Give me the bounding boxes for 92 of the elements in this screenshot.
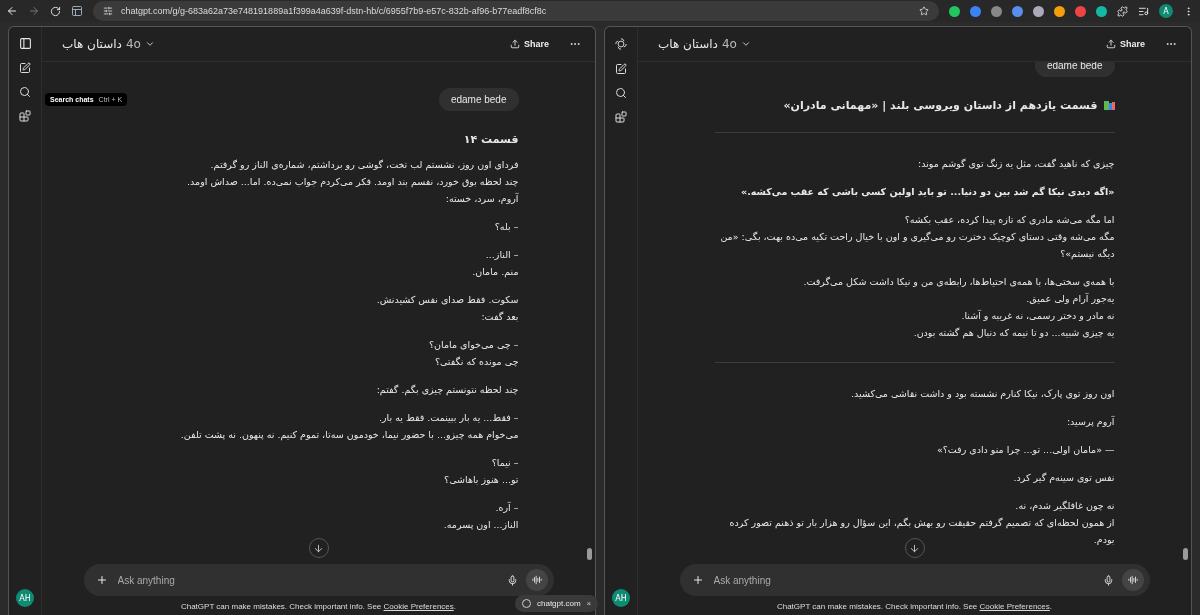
- story-line: تو... هنوز باهاشی؟: [443, 473, 519, 487]
- microphone-icon: [1102, 574, 1114, 586]
- extension-icon[interactable]: [1096, 5, 1107, 17]
- story-line: نفس توی سینه‌م گیر کرد.: [1012, 471, 1115, 485]
- profile-avatar[interactable]: A: [1159, 4, 1173, 18]
- disclaimer-text: ChatGPT can make mistakes. Check important info. See Cookie Preferences.: [776, 602, 1053, 611]
- story-line: آروم پرسید:: [1065, 415, 1115, 429]
- search-icon[interactable]: [19, 86, 31, 98]
- reload-icon: [50, 5, 61, 17]
- story-line: چند لحظه بوق خورد، نفسم بند اومد. فکر می‌کردم جواب نمی‌ده. اما... صداش اومد.: [186, 175, 519, 189]
- story-line: — «مامان اولی... تو... چرا منو دادی رفت؟»: [935, 443, 1115, 457]
- split-view-icon: [71, 5, 83, 17]
- scroll-down-button[interactable]: [904, 538, 925, 558]
- story-line: چیزی که ناهید گفت، مثل یه زنگ توی گوشم موند:: [917, 157, 1115, 171]
- story-line: آروم، سرد، خسته:: [444, 192, 519, 206]
- extension-icon[interactable]: [970, 5, 981, 17]
- story-line: الناز... اون پسرمه.: [442, 518, 519, 532]
- site-info-icon: [103, 6, 113, 16]
- close-icon[interactable]: ×: [586, 599, 592, 608]
- story-line: چی مونده که نگفتی؟: [433, 355, 519, 369]
- user-avatar[interactable]: AH: [612, 589, 630, 607]
- new-chat-icon[interactable]: [615, 63, 627, 75]
- plus-icon: [95, 574, 108, 586]
- share-button[interactable]: Share: [1106, 39, 1145, 49]
- star-icon: [919, 6, 929, 16]
- message-composer[interactable]: Ask anything: [679, 564, 1150, 596]
- scrollbar-thumb[interactable]: [1183, 548, 1188, 560]
- story-line: – الناز...: [484, 248, 519, 262]
- search-icon[interactable]: [615, 87, 627, 99]
- scroll-down-button[interactable]: [308, 538, 329, 558]
- voice-button[interactable]: [1121, 569, 1144, 591]
- share-button[interactable]: Share: [510, 39, 549, 49]
- episode-heading: قسمت یازدهم از داستان ویروسی بلند | «مهمانی مادران»: [714, 99, 1115, 112]
- extension-icon[interactable]: [991, 5, 1002, 17]
- extension-icon[interactable]: [949, 5, 960, 17]
- cookie-preferences-link[interactable]: Cookie Preferences: [383, 602, 454, 611]
- story-line: از همون لحظه‌ای که تصمیم گرفتم حقیقت رو بهش بگم، این سؤال رو هزار بار تو ذهنم تصور کرده بودم.: [728, 516, 1115, 547]
- story-line: – آره.: [494, 501, 519, 515]
- arrow-down-icon: [909, 542, 920, 554]
- voice-button[interactable]: [525, 569, 548, 591]
- story-line: نه چون غافلگیر شدم، نه.: [1014, 499, 1115, 513]
- story-line: سکوت. فقط صدای نفس کشیدنش.: [375, 293, 519, 307]
- media-icon: [1138, 5, 1149, 17]
- upload-icon: [510, 39, 520, 49]
- plus-icon: [691, 574, 704, 586]
- story-line: با همه‌ی سختی‌ها، با همه‌ی احتیاط‌ها، رابطه‌ی من و نیکا داشت شکل می‌گرفت.: [802, 275, 1115, 289]
- chevron-down-icon: [740, 39, 751, 49]
- story-line: می‌خوام همه چیزو... با حضور نیما، خودمون سه‌تا، تموم کنیم. نه پنهون. نه پشت تلفن.: [179, 428, 519, 443]
- story-line: یه چیزی شبیه... دو تا نیمه که دنبال هم گشته بودن.: [912, 326, 1115, 341]
- microphone-icon: [506, 574, 518, 586]
- extension-icon[interactable]: [1075, 5, 1086, 17]
- story-line: – نیما؟: [490, 456, 519, 470]
- message-input[interactable]: Ask anything: [115, 573, 499, 587]
- user-avatar[interactable]: AH: [16, 589, 34, 607]
- story-line: مگه می‌شه وقتی دستای کوچیک دخترت رو می‌گیری و اون با خیال راحت تکیه می‌ده بهت، بگی: «من دیگه نیستم»؟: [719, 230, 1115, 261]
- back-icon: [6, 5, 18, 17]
- puzzle-icon: [1117, 5, 1128, 17]
- message-input[interactable]: Ask anything: [711, 573, 1095, 587]
- story-line: – فقط... یه بار ببینمت. فقط یه بار.: [378, 411, 519, 425]
- message-composer[interactable]: Ask anything: [83, 564, 554, 596]
- new-chat-icon[interactable]: [19, 62, 31, 74]
- extension-icon[interactable]: [1012, 5, 1023, 17]
- blocks-icon[interactable]: [19, 110, 31, 122]
- story-line: – بله؟: [493, 220, 519, 234]
- forward-icon: [28, 5, 40, 17]
- story-line: اما مگه می‌شه مادری که تازه پیدا کرده، عقب بکشه؟: [903, 213, 1115, 227]
- story-line: چند لحظه نتونستم چیزی بگم. گفتم:: [375, 383, 519, 398]
- story-line: «اگه دیدی نیکا گم شد بین دو دنیا... تو باید اولین کسی باشی که عقب می‌کشه.»: [740, 185, 1115, 200]
- story-line: اون روز توی پارک، نیکا کنارم نشسته بود و داشت نقاشی می‌کشید.: [850, 387, 1115, 401]
- scrollbar-thumb[interactable]: [587, 548, 592, 560]
- upload-icon: [1106, 39, 1116, 49]
- chevron-down-icon: [144, 39, 155, 49]
- story-line: – چی می‌خوای مامان؟: [428, 338, 519, 352]
- story-line: نه مادر و دختر رسمی، نه غریبه و آشنا.: [960, 309, 1115, 323]
- address-bar[interactable]: chatgpt.com/g/g-683a62a73e748191889a1f399a4a639f-dstn-hb/c/6955f7b9-e57c-832b-af96-b77eadf8cf8c: [93, 1, 939, 21]
- user-message: edame bede: [438, 88, 519, 111]
- arrow-down-icon: [313, 542, 324, 554]
- sidebar-toggle-icon[interactable]: [18, 37, 32, 50]
- cookie-preferences-link[interactable]: Cookie Preferences: [979, 602, 1050, 611]
- extension-icon[interactable]: [1033, 5, 1044, 17]
- browser-tab[interactable]: chatgpt.com ×: [515, 595, 599, 612]
- episode-heading: قسمت ۱۴: [462, 133, 519, 146]
- user-message: edame bede: [1034, 62, 1115, 77]
- story-line: بعد گفت:: [480, 310, 519, 324]
- story-line: فردای اون روز، نشستم لب تخت، گوشی رو برداشتم، شماره‌ی الناز رو گرفتم.: [209, 158, 519, 173]
- extension-icon[interactable]: [1054, 5, 1065, 17]
- waveform-icon: [1127, 575, 1138, 585]
- waveform-icon: [531, 575, 542, 585]
- blocks-icon[interactable]: [615, 111, 627, 123]
- disclaimer-text: ChatGPT can make mistakes. Check important info. See Cookie Preferences.: [180, 602, 457, 611]
- story-line: منم. مامان.: [471, 265, 519, 280]
- story-line: یه‌جور آرام ولی عمیق.: [1025, 292, 1115, 306]
